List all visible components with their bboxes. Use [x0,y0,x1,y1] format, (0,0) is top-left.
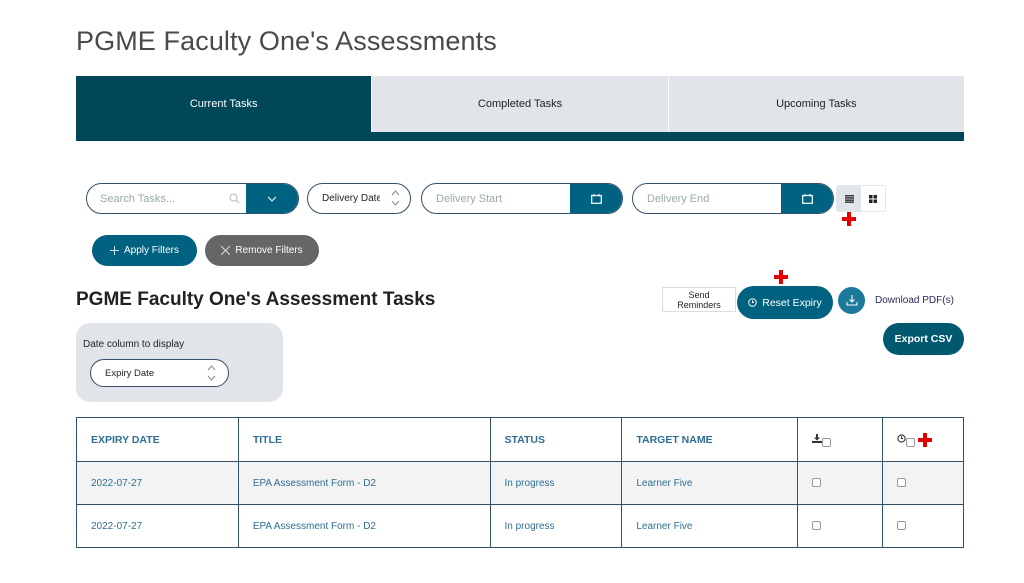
tab-upcoming-tasks[interactable]: Upcoming Tasks [668,76,964,132]
delivery-start-group [421,183,623,214]
plus-icon [109,246,119,255]
tab-completed-tasks[interactable]: Completed Tasks [372,76,669,132]
select-all-download-checkbox[interactable] [822,438,832,447]
grid-view-button[interactable] [861,186,885,211]
column-header-download [797,417,884,462]
reset-expiry-button[interactable]: Reset Expiry [737,286,833,319]
reset-checkbox[interactable] [897,478,907,488]
red-cross-marker-icon [842,212,856,226]
table-header-row: EXPIRY DATE TITLE STATUS TARGET NAME [76,417,964,462]
calendar-icon [801,193,813,204]
cell-reset [882,504,964,548]
cell-target-name: Learner Five [621,461,799,505]
delivery-start-calendar-button[interactable] [570,184,622,213]
table-row[interactable]: 2022-07-27 EPA Assessment Form - D2 In p… [76,504,964,548]
search-input[interactable] [87,184,222,213]
close-icon [221,246,231,255]
cell-reset [882,461,964,505]
download-pdf-link[interactable]: Download PDF(s) [875,295,954,306]
delivery-end-input[interactable] [633,184,781,213]
select-arrows-icon [207,364,216,382]
delivery-end-group [632,183,834,214]
view-toggle [836,185,886,212]
chevron-down-icon [267,196,277,202]
select-all-reset-checkbox[interactable] [906,438,916,447]
cell-status: In progress [489,504,623,548]
date-column-select[interactable]: Expiry Date [90,359,229,387]
apply-filters-button[interactable]: Apply Filters [92,235,197,266]
cell-target-name: Learner Five [621,504,799,548]
task-tabs: Current Tasks Completed Tasks Upcoming T… [76,76,964,141]
column-header-expiry-date[interactable]: EXPIRY DATE [76,417,239,462]
column-header-title[interactable]: TITLE [237,417,491,462]
column-header-status[interactable]: STATUS [489,417,623,462]
list-icon [844,194,854,203]
section-title: PGME Faculty One's Assessment Tasks [76,289,436,310]
delivery-start-input[interactable] [422,184,570,213]
date-column-panel: Date column to display Expiry Date [76,323,283,402]
cell-download [797,461,884,505]
download-tray-icon [812,433,823,446]
download-checkbox[interactable] [812,478,822,488]
clock-icon [748,298,758,307]
remove-filters-button[interactable]: Remove Filters [205,235,319,266]
cell-title[interactable]: EPA Assessment Form - D2 [237,461,491,505]
page-title: PGME Faculty One's Assessments [76,26,497,56]
search-group [86,183,299,214]
cell-title[interactable]: EPA Assessment Form - D2 [237,504,491,548]
download-checkbox[interactable] [812,521,822,531]
search-dropdown-button[interactable] [246,184,298,213]
select-arrows-icon [391,189,400,207]
list-view-button[interactable] [837,186,861,211]
apply-filters-label: Apply Filters [123,245,179,256]
red-cross-marker-icon [917,432,932,447]
delivery-end-calendar-button[interactable] [781,184,833,213]
date-column-label: Date column to display [83,339,185,350]
grid-icon [869,194,877,203]
column-header-target-name[interactable]: TARGET NAME [621,417,799,462]
column-header-reset [882,417,964,462]
date-type-value: Delivery Date [322,193,380,204]
red-cross-marker-icon [774,270,788,284]
clock-icon [897,433,906,446]
date-type-select[interactable]: Delivery Date [307,183,411,214]
export-csv-button[interactable]: Export CSV [883,323,964,355]
send-reminders-button[interactable]: Send Reminders [662,287,736,312]
date-column-value: Expiry Date [105,367,155,379]
search-icon [222,184,246,213]
download-icon [845,295,858,306]
reset-checkbox[interactable] [897,521,907,531]
reset-expiry-label: Reset Expiry [762,296,822,309]
tasks-table: EXPIRY DATE TITLE STATUS TARGET NAME 202… [76,417,964,548]
calendar-icon [590,193,602,204]
cell-expiry-date: 2022-07-27 [76,504,239,548]
download-pdf-button[interactable] [838,287,865,314]
cell-expiry-date: 2022-07-27 [76,461,239,505]
table-row[interactable]: 2022-07-27 EPA Assessment Form - D2 In p… [76,461,964,505]
tab-current-tasks[interactable]: Current Tasks [76,76,373,132]
cell-download [797,504,884,548]
remove-filters-label: Remove Filters [235,245,303,256]
cell-status: In progress [489,461,623,505]
